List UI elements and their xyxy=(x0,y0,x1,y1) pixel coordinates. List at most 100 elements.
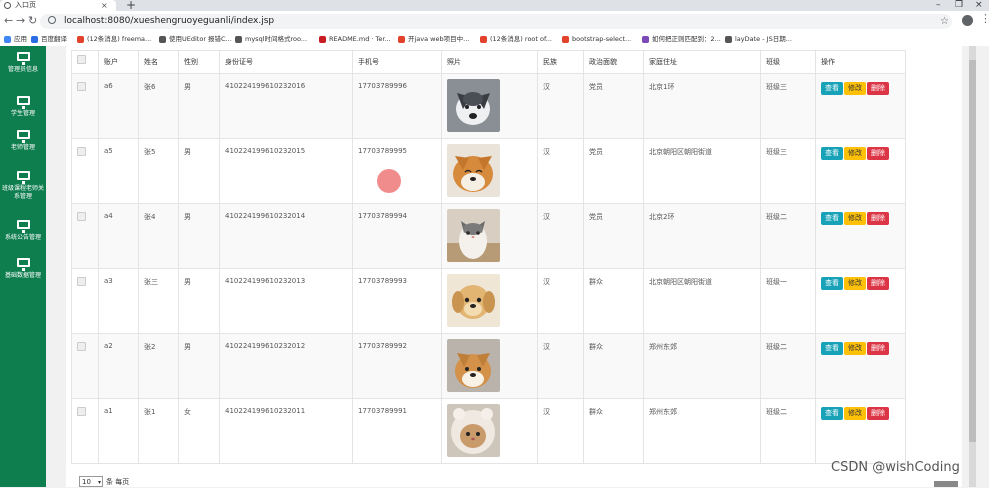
address-bar[interactable]: localhost:8080/xueshengruoyeguanli/index… xyxy=(40,14,952,29)
edit-button[interactable]: 修改 xyxy=(844,82,866,95)
delete-button[interactable]: 删除 xyxy=(867,147,889,160)
bookmark-favicon-icon xyxy=(480,35,487,43)
new-tab-button[interactable]: + xyxy=(126,0,136,11)
edit-button[interactable]: 修改 xyxy=(844,212,866,225)
sidebar-item-label: 老师管理 xyxy=(10,144,35,151)
row-checkbox[interactable] xyxy=(77,147,86,156)
minimize-icon[interactable]: – xyxy=(936,0,941,11)
reload-icon[interactable]: ↻ xyxy=(28,15,37,27)
select-all-checkbox[interactable] xyxy=(77,55,86,64)
cell-name: 张三 xyxy=(138,268,179,334)
bookmark-item[interactable]: mysql时间格式roo... xyxy=(235,32,307,46)
bookmark-label: 开java web项目中... xyxy=(408,35,470,43)
actions-cell: 查看 修改 删除 xyxy=(815,333,906,399)
profile-avatar-icon[interactable] xyxy=(962,15,973,26)
edit-button[interactable]: 修改 xyxy=(844,147,866,160)
photo-cell xyxy=(441,268,538,334)
bookmark-item[interactable]: 百度翻译 xyxy=(31,32,67,46)
sidebar-item[interactable]: 基础数据管理 xyxy=(0,258,46,280)
scrollbar-thumb[interactable] xyxy=(969,60,976,442)
column-header: 民族 xyxy=(537,50,584,74)
bookmark-favicon-icon xyxy=(725,35,732,43)
cell-account: a4 xyxy=(98,203,139,269)
view-button[interactable]: 查看 xyxy=(821,277,843,290)
back-arrow-icon[interactable]: ← xyxy=(4,15,13,27)
window-close-icon[interactable]: × xyxy=(975,0,983,11)
bookmark-item[interactable]: (12条消息) root of... xyxy=(480,32,552,46)
sidebar-item[interactable]: 老师管理 xyxy=(0,130,46,152)
bookmark-item[interactable]: 如何把正则匹配到：2... xyxy=(642,32,721,46)
cell-phone: 17703789992 xyxy=(352,333,442,399)
edit-button[interactable]: 修改 xyxy=(844,407,866,420)
actions-cell: 查看 修改 删除 xyxy=(815,268,906,334)
cell-name: 张2 xyxy=(138,333,179,399)
bookmark-item[interactable]: (12条消息) freema... xyxy=(77,32,151,46)
bookmark-item[interactable]: README.md · Ter... xyxy=(319,32,391,46)
edit-button[interactable]: 修改 xyxy=(844,342,866,355)
row-checkbox[interactable] xyxy=(77,277,86,286)
row-checkbox[interactable] xyxy=(77,82,86,91)
sidebar-item-label: 班级课程老师关系管理 xyxy=(1,185,44,200)
puppy-photo xyxy=(447,274,500,329)
sidebar-item[interactable]: 管理员信息 xyxy=(0,52,46,74)
cell-account: a5 xyxy=(98,138,139,204)
cell-phone: 17703789994 xyxy=(352,203,442,269)
view-button[interactable]: 查看 xyxy=(821,147,843,160)
url-text[interactable]: localhost:8080/xueshengruoyeguanli/index… xyxy=(64,14,274,29)
row-checkbox[interactable] xyxy=(77,407,86,416)
watermark: CSDN @wishCoding xyxy=(831,460,960,475)
cell-ethnicity: 汉 xyxy=(537,203,584,269)
actions-cell: 查看 修改 删除 xyxy=(815,398,906,464)
delete-button[interactable]: 删除 xyxy=(867,212,889,225)
info-icon[interactable] xyxy=(48,16,56,24)
view-button[interactable]: 查看 xyxy=(821,212,843,225)
row-checkbox[interactable] xyxy=(77,342,86,351)
table-row: a2 张2 男 410224199610232012 17703789992 汉群众 郑州东… xyxy=(71,333,906,399)
select-all-checkbox-cell[interactable] xyxy=(71,50,99,74)
tab-title: 入口页 xyxy=(15,1,36,9)
edit-button[interactable]: 修改 xyxy=(844,277,866,290)
restore-icon[interactable]: ❐ xyxy=(955,0,963,11)
view-button[interactable]: 查看 xyxy=(821,407,843,420)
bookmark-label: mysql时间格式roo... xyxy=(245,35,308,43)
cell-account: a3 xyxy=(98,268,139,334)
delete-button[interactable]: 删除 xyxy=(867,82,889,95)
sidebar-item[interactable]: 学生管理 xyxy=(0,96,46,118)
sidebar-item[interactable]: 班级课程老师关系管理 xyxy=(0,171,46,201)
row-checkbox-cell xyxy=(71,138,99,204)
bookmark-favicon-icon xyxy=(398,35,405,43)
bookmark-favicon-icon xyxy=(31,35,38,43)
delete-button[interactable]: 删除 xyxy=(867,407,889,420)
cell-address: 郑州东郊 xyxy=(643,398,761,464)
bookmark-item[interactable]: 使用UEditor 报错C... xyxy=(159,32,232,46)
delete-button[interactable]: 删除 xyxy=(867,342,889,355)
view-button[interactable]: 查看 xyxy=(821,82,843,95)
page-size-select[interactable]: 10 ▾ xyxy=(79,476,103,487)
table-row: a4 张4 男 410224199610232014 17703789994 汉党员 北京2… xyxy=(71,203,906,269)
row-checkbox[interactable] xyxy=(77,212,86,221)
bookmark-item[interactable]: layDate - JS日期... xyxy=(725,32,792,46)
page-size-value: 10 xyxy=(82,478,91,486)
bookmark-label: README.md · Ter... xyxy=(329,35,391,43)
page-size-label: 条 每页 xyxy=(106,477,130,486)
sidebar: 管理员信息学生管理老师管理班级课程老师关系管理系统公告管理 基础数据管理 xyxy=(0,46,46,487)
sidebar-item[interactable]: 系统公告管理 xyxy=(0,220,46,242)
bookmark-item[interactable]: bootstrap-select... xyxy=(562,32,631,46)
delete-button[interactable]: 删除 xyxy=(867,277,889,290)
browser-tab[interactable]: 入口页 × xyxy=(0,0,116,11)
monitor-icon xyxy=(16,96,30,109)
bookmark-item[interactable]: 应用 xyxy=(4,32,27,46)
bookmark-star-icon[interactable]: ☆ xyxy=(940,14,949,29)
bookmark-label: (12条消息) freema... xyxy=(87,35,152,43)
cell-political: 群众 xyxy=(583,333,644,399)
column-header: 家庭住址 xyxy=(643,50,761,74)
close-icon[interactable]: × xyxy=(101,0,108,11)
bookmark-item[interactable]: 开java web项目中... xyxy=(398,32,469,46)
view-button[interactable]: 查看 xyxy=(821,342,843,355)
monitor-icon xyxy=(16,171,30,184)
menu-dots-icon[interactable]: ⋮ xyxy=(980,13,989,25)
monitor-icon xyxy=(16,220,30,233)
forward-arrow-icon[interactable]: → xyxy=(16,15,25,27)
cell-address: 北京朝阳区朝阳街道 xyxy=(643,138,761,204)
cell-name: 张4 xyxy=(138,203,179,269)
